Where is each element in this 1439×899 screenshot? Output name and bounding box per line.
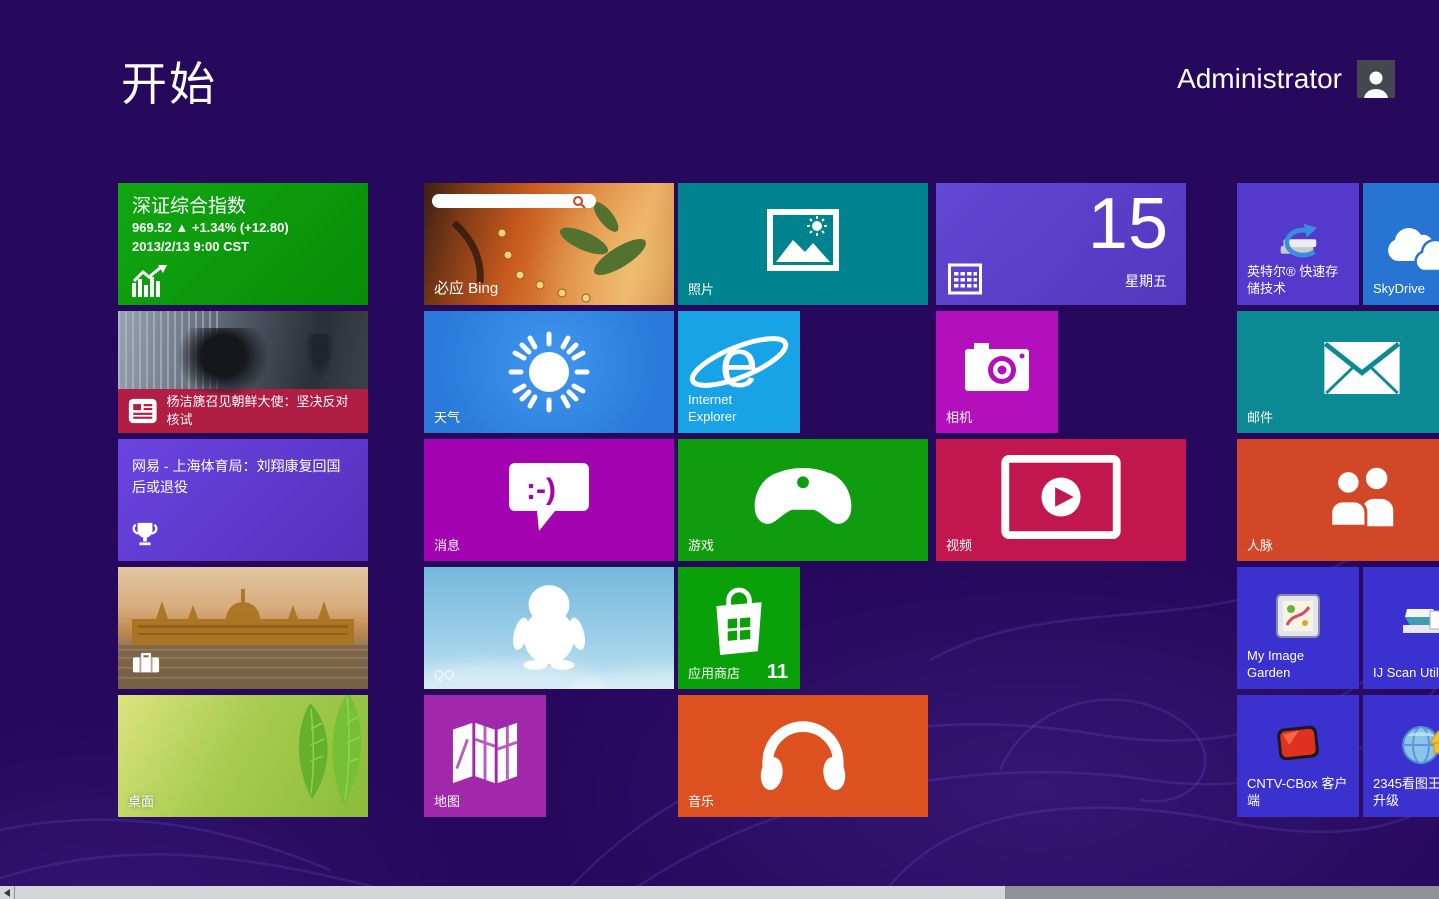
stock-chart-icon [132,265,168,297]
stock-time: 2013/2/13 9:00 CST [132,238,368,257]
tile-label: 天气 [434,407,460,426]
horizontal-scrollbar[interactable] [0,886,1439,899]
tile-cntv-cbox[interactable]: CNTV-CBox 客户端 [1237,695,1359,817]
news-headline: 杨洁篪召见朝鲜大使：坚决反对核试 [166,393,358,429]
tile-label: 必应 Bing [434,277,498,298]
tile-travel-photo[interactable] [118,567,368,689]
tile-qq[interactable]: QQ [424,567,674,689]
tile-people[interactable]: 人脉 [1237,439,1439,561]
headphones-icon [678,695,928,817]
leaf-image [248,695,368,817]
tile-label: IJ Scan Utility [1373,664,1439,682]
tile-music[interactable]: 音乐 [678,695,928,817]
tile-games[interactable]: 游戏 [678,439,928,561]
tile-messaging[interactable]: :-) 消息 [424,439,674,561]
netease-headline: 网易 - 上海体育局：刘翔康复回国后或退役 [118,439,368,498]
tile-intel-rst[interactable]: 英特尔® 快速存储技术 [1237,183,1359,305]
search-icon [572,195,586,209]
tile-my-image-garden[interactable]: My Image Garden [1237,567,1359,689]
stock-price: 969.52 ▲ +1.34% (+12.80) [132,219,368,238]
globe-update-icon [1400,721,1439,774]
gamepad-icon [678,439,928,561]
tile-label: 视频 [946,535,972,554]
tile-photos[interactable]: 照片 [678,183,928,305]
tile-label: Internet Explorer [688,392,783,426]
tile-mail[interactable]: 邮件 [1237,311,1439,433]
tile-desktop[interactable]: 桌面 [118,695,368,817]
tile-bing[interactable]: 必应 Bing [424,183,674,305]
tile-weather[interactable]: 天气 [424,311,674,433]
tile-label: 地图 [434,791,460,810]
news-photo [118,311,368,389]
tile-label: CNTV-CBox 客户端 [1247,775,1351,810]
tile-netease-sports[interactable]: 网易 - 上海体育局：刘翔康复回国后或退役 [118,439,368,561]
avatar[interactable] [1357,60,1395,98]
trophy-icon [132,521,158,549]
tile-label: 人脉 [1247,535,1273,554]
arrow-left-icon [4,889,10,897]
news-icon [128,397,157,425]
user-name: Administrator [1177,63,1342,95]
tile-label: QQ [434,667,454,682]
emoticon-text: :-) [526,473,556,506]
video-player-icon [936,439,1186,561]
tile-internet-explorer[interactable]: e Internet Explorer [678,311,800,433]
tile-news[interactable]: 杨洁篪召见朝鲜大使：坚决反对核试 [118,311,368,433]
tile-maps[interactable]: 地图 [424,695,546,817]
tile-ij-scan-utility[interactable]: IJ Scan Utility [1363,567,1439,689]
tile-video[interactable]: 视频 [936,439,1186,561]
suitcase-icon [132,651,160,675]
scanner-icon [1399,597,1439,644]
tile-calendar[interactable]: 15 星期五 [936,183,1186,305]
person-icon [1361,68,1391,98]
calendar-weekday: 星期五 [1125,271,1167,291]
user-menu[interactable]: Administrator [1177,60,1395,98]
tile-label: SkyDrive [1373,280,1439,298]
tile-label: 英特尔® 快速存储技术 [1247,263,1351,298]
scroll-left-button[interactable] [0,886,14,899]
news-strip: 杨洁篪召见朝鲜大使：坚决反对核试 [118,389,368,433]
calendar-day: 15 [1088,185,1168,264]
tile-store[interactable]: 应用商店 11 [678,567,800,689]
tile-label: 照片 [688,279,714,298]
tile-label: My Image Garden [1247,647,1351,682]
image-garden-icon [1275,593,1321,644]
page-title: 开始 [121,48,217,114]
tile-label: 邮件 [1247,407,1273,426]
calendar-icon [948,263,982,295]
tile-label: 消息 [434,535,460,554]
tile-label: 相机 [946,407,972,426]
tile-2345-viewer-update[interactable]: 2345看图王版本升级 [1363,695,1439,817]
tile-label: 音乐 [688,791,714,810]
penguin-icon [424,567,674,689]
stock-title: 深证综合指数 [132,195,368,219]
tile-label: 游戏 [688,535,714,554]
photo-frame-icon [678,183,928,305]
sun-icon [424,311,674,433]
tile-label: 应用商店 [688,663,740,682]
tile-camera[interactable]: 相机 [936,311,1058,433]
tile-skydrive[interactable]: SkyDrive [1363,183,1439,305]
scrollbar-thumb[interactable] [15,886,1005,899]
stock-text: 深证综合指数 969.52 ▲ +1.34% (+12.80) 2013/2/1… [118,183,368,256]
tile-stock-index[interactable]: 深证综合指数 969.52 ▲ +1.34% (+12.80) 2013/2/1… [118,183,368,305]
cntv-tv-icon [1274,723,1322,770]
tile-label: 桌面 [128,791,154,810]
tile-label: 2345看图王版本升级 [1373,775,1439,810]
chat-bubble-icon: :-) [424,439,674,561]
